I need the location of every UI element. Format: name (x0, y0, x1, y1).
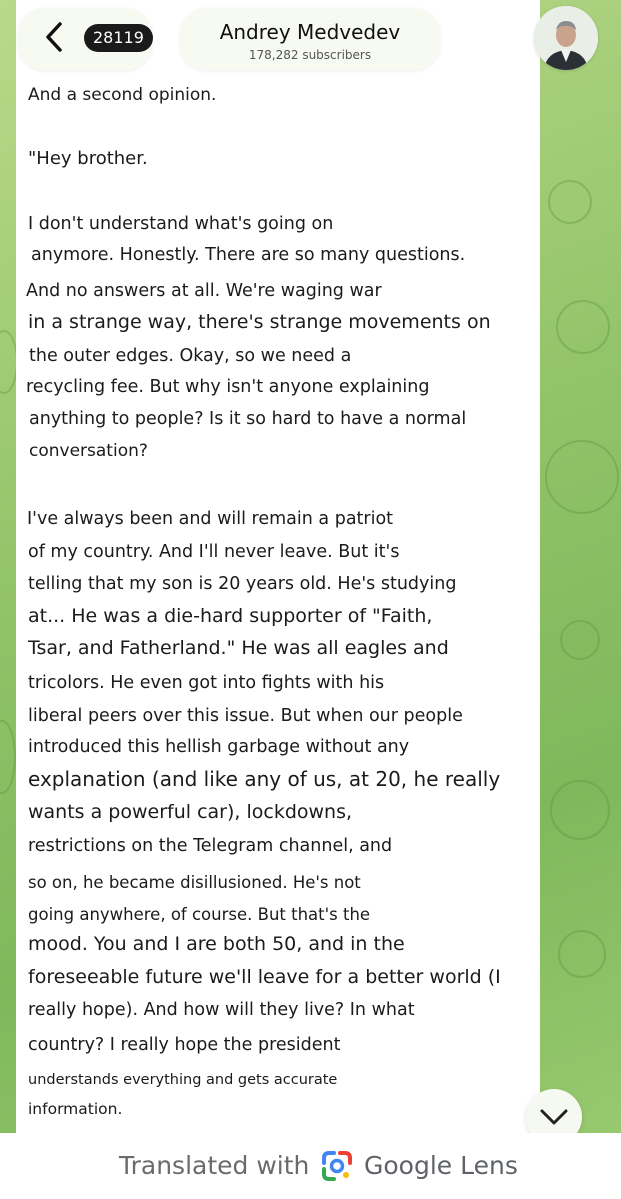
message-line: going anywhere, of course. But that's th… (28, 905, 371, 924)
chevron-left-icon (46, 22, 62, 52)
message-line: really hope). And how will they live? In… (28, 1000, 415, 1020)
message-line: information. (28, 1100, 123, 1118)
unread-count-badge: 28119 (84, 24, 153, 52)
message-line: explanation (and like any of us, at 20, … (28, 767, 501, 791)
doodle-circle (558, 930, 606, 978)
doodle-circle (0, 720, 16, 794)
subscriber-count: 178,282 subscribers (248, 48, 372, 62)
message-line: conversation? (29, 441, 148, 461)
message-line: country? I really hope the president (28, 1035, 341, 1055)
back-button[interactable]: 28119 (18, 8, 153, 70)
channel-name: Andrey Medvedev (219, 20, 401, 44)
channel-title[interactable]: Andrey Medvedev 178,282 subscribers (180, 8, 440, 70)
message-line: restrictions on the Telegram channel, an… (28, 836, 393, 856)
message-line: I've always been and will remain a patri… (27, 509, 394, 529)
message-line: at... He was a die-hard supporter of "Fa… (28, 605, 433, 627)
message-line: anymore. Honestly. There are so many que… (31, 245, 466, 265)
message-line: And no answers at all. We're waging war (26, 281, 382, 301)
google-lens-icon (322, 1151, 352, 1181)
message-line: of my country. And I'll never leave. But… (28, 542, 400, 562)
message-line: telling that my son is 20 years old. He'… (28, 574, 457, 594)
message-line: so on, he became disillusioned. He's not (28, 873, 361, 892)
chat-header: 28119 Andrey Medvedev 178,282 subscriber… (0, 0, 621, 86)
message-line: And a second opinion. (28, 85, 217, 105)
message-line: wants a powerful car), lockdowns, (28, 801, 353, 823)
message-bubble: And a second opinion. "Hey brother. I do… (16, 0, 540, 1133)
translated-with-label: Translated with (119, 1151, 310, 1180)
translation-footer: Translated with Google Lens (0, 1133, 621, 1199)
message-line: Tsar, and Fatherland." He was all eagles… (28, 637, 449, 659)
message-line: liberal peers over this issue. But when … (28, 706, 463, 726)
doodle-circle (548, 180, 592, 224)
message-line: introduced this hellish garbage without … (28, 737, 410, 757)
profile-photo (534, 6, 598, 70)
message-line: mood. You and I are both 50, and in the (28, 933, 405, 955)
message-line: anything to people? Is it so hard to hav… (29, 409, 467, 429)
doodle-circle (560, 620, 600, 660)
doodle-circle (556, 300, 610, 354)
avatar[interactable] (534, 6, 598, 70)
message-line: the outer edges. Okay, so we need a (29, 346, 352, 366)
message-line: "Hey brother. (28, 148, 148, 169)
doodle-circle (550, 780, 610, 840)
message-line: tricolors. He even got into fights with … (28, 673, 385, 693)
google-lens-brand: Google Lens (364, 1151, 518, 1180)
message-line: understands everything and gets accurate (28, 1072, 338, 1088)
message-line: I don't understand what's going on (28, 214, 334, 234)
message-line: recycling fee. But why isn't anyone expl… (26, 377, 430, 397)
doodle-circle (545, 440, 619, 514)
message-line: in a strange way, there's strange moveme… (28, 311, 491, 333)
message-line: foreseeable future we'll leave for a bet… (28, 966, 501, 988)
